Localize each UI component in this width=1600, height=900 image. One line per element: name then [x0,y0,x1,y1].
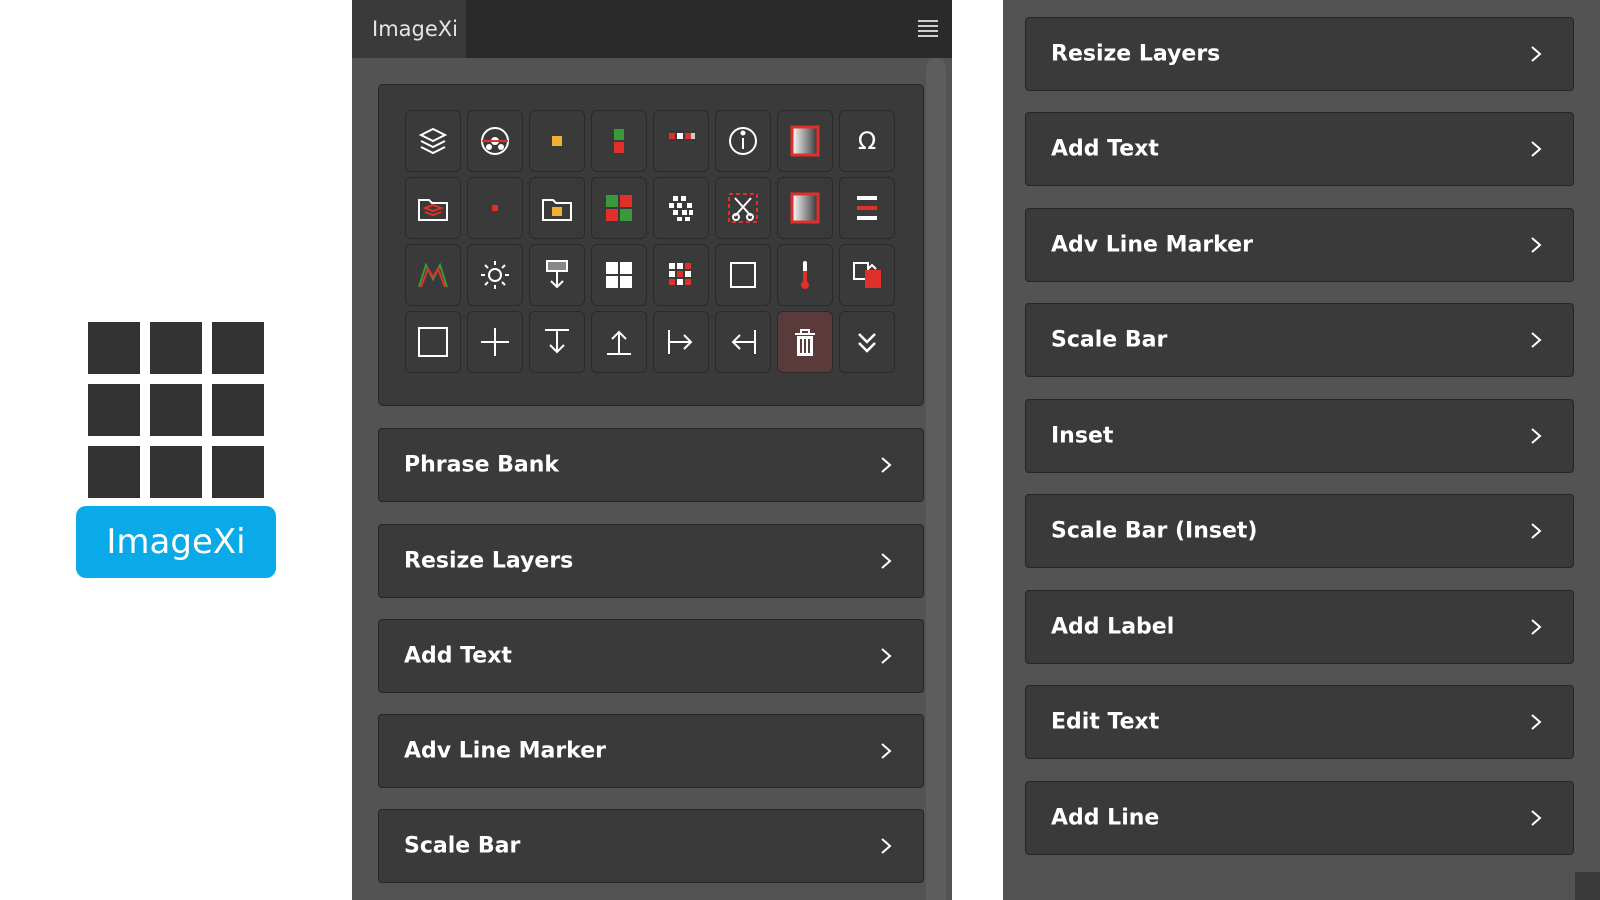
row-label: Add Text [404,643,512,669]
trash-icon[interactable] [777,311,833,373]
align-center-icon[interactable] [839,177,895,239]
chevron-right-icon [1531,46,1542,62]
green-red-blocks-icon[interactable] [591,110,647,172]
row-inset[interactable]: Inset [1025,399,1574,473]
row-add-label[interactable]: Add Label [1025,590,1574,664]
row-label: Adv Line Marker [404,738,606,764]
row-add-text[interactable]: Add Text [1025,112,1574,186]
imagexi-panel: ImageXi Ω Phrase Bank Resize Layers Add … [352,0,952,900]
row-label: Inset [1051,423,1114,449]
row-adv-line-marker[interactable]: Adv Line Marker [1025,208,1574,282]
row-add-line[interactable]: Add Line [1025,781,1574,855]
grid-logo-icon [88,322,264,498]
plus-icon[interactable] [467,311,523,373]
row-edit-text[interactable]: Edit Text [1025,685,1574,759]
row-add-text[interactable]: Add Text [378,619,924,693]
sun-icon[interactable] [467,244,523,306]
chevron-right-icon [881,743,892,759]
red-white-dots-icon[interactable] [653,110,709,172]
row-adv-line-marker[interactable]: Adv Line Marker [378,714,924,788]
align-left-icon[interactable] [653,311,709,373]
panel-header: ImageXi [352,0,952,58]
chevron-right-icon [1531,141,1542,157]
align-top-icon[interactable] [529,311,585,373]
chevron-right-icon [1531,237,1542,253]
mountain-chart-icon[interactable] [405,244,461,306]
resize-corner[interactable] [1575,872,1600,900]
stamp-down-icon[interactable] [529,244,585,306]
square-outline-icon[interactable] [715,244,771,306]
chevron-right-icon [1531,619,1542,635]
gradient-frame-icon[interactable] [777,110,833,172]
row-scale-bar-inset[interactable]: Scale Bar (Inset) [1025,494,1574,568]
row-resize-layers[interactable]: Resize Layers [1025,17,1574,91]
chevron-right-icon [1531,523,1542,539]
imagexi-panel-expanded: Resize Layers Add Text Adv Line Marker S… [1003,0,1600,900]
chevron-right-icon [1531,332,1542,348]
folder-layers-icon[interactable] [405,177,461,239]
row-label: Resize Layers [404,548,574,574]
chevron-right-icon [881,457,892,473]
align-bottom-icon[interactable] [591,311,647,373]
row-scale-bar[interactable]: Scale Bar [378,809,924,883]
folder-square-icon[interactable] [529,177,585,239]
square-outline-icon[interactable] [405,311,461,373]
row-label: Resize Layers [1051,41,1221,67]
chevron-right-icon [881,553,892,569]
target-circle-icon[interactable] [467,110,523,172]
logo-badge: ImageXi [76,506,276,578]
scissors-crop-icon[interactable] [715,177,771,239]
four-squares-icon[interactable] [591,244,647,306]
hamburger-icon[interactable] [918,20,938,37]
row-label: Add Line [1051,805,1160,831]
thermometer-icon[interactable] [777,244,833,306]
row-phrase-bank[interactable]: Phrase Bank [378,428,924,502]
tool-grid: Ω [378,84,924,406]
panel-tab-title[interactable]: ImageXi [352,0,466,58]
chevron-right-icon [1531,810,1542,826]
row-label: Add Label [1051,614,1175,640]
chevron-right-icon [881,648,892,664]
omega-icon[interactable]: Ω [839,110,895,172]
pixel-cluster-icon[interactable] [653,177,709,239]
dot-grid-icon[interactable] [653,244,709,306]
red-dot-icon[interactable] [467,177,523,239]
row-label: Scale Bar (Inset) [1051,518,1258,544]
chevron-right-icon [1531,428,1542,444]
row-label: Phrase Bank [404,452,560,478]
chevron-right-icon [881,838,892,854]
row-label: Edit Text [1051,709,1160,735]
row-label: Adv Line Marker [1051,232,1253,258]
align-right-icon[interactable] [715,311,771,373]
scrollbar[interactable] [926,58,946,900]
copy-red-icon[interactable] [839,244,895,306]
gradient-frame-icon[interactable] [777,177,833,239]
row-label: Add Text [1051,136,1159,162]
chevron-right-icon [1531,714,1542,730]
row-label: Scale Bar [404,833,521,859]
svg-text:Ω: Ω [858,127,876,155]
orange-square-icon[interactable] [529,110,585,172]
info-icon[interactable] [715,110,771,172]
layers-icon[interactable] [405,110,461,172]
row-scale-bar[interactable]: Scale Bar [1025,303,1574,377]
double-chevron-down-icon[interactable] [839,311,895,373]
row-resize-layers[interactable]: Resize Layers [378,524,924,598]
color-grid-icon[interactable] [591,177,647,239]
row-label: Scale Bar [1051,327,1168,353]
